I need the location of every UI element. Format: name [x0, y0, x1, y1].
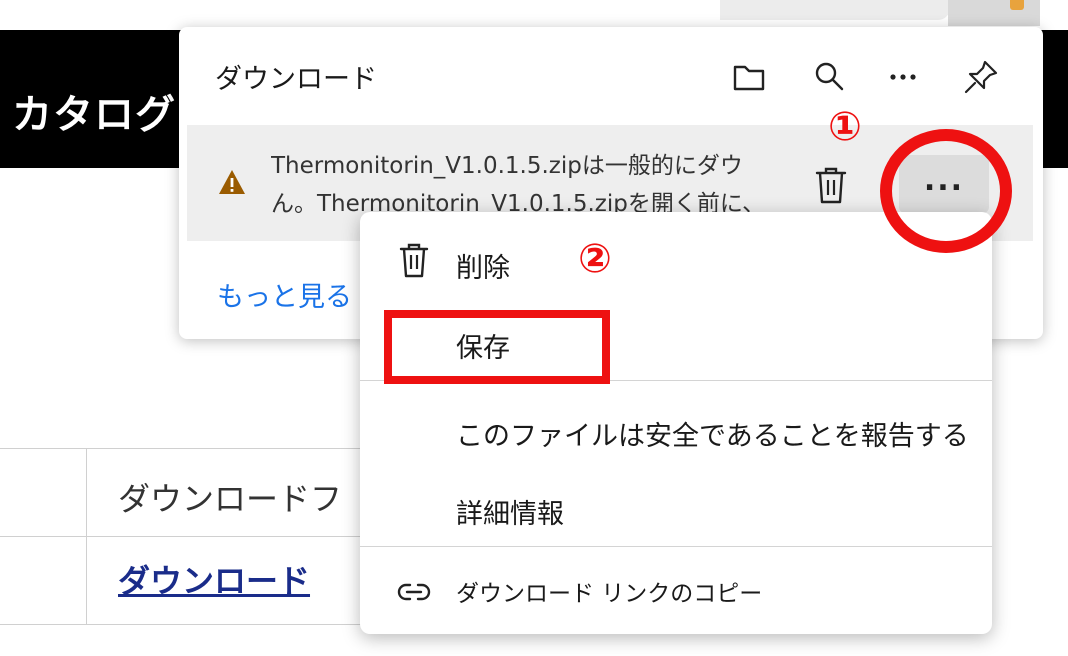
download-indicator-icon	[1010, 0, 1024, 10]
menu-item-label: このファイルは安全であることを報告する	[456, 421, 969, 452]
download-link[interactable]: ダウンロード	[118, 556, 310, 602]
table-divider	[0, 624, 420, 625]
more-options-icon[interactable]	[883, 57, 923, 97]
menu-item-report-safe[interactable]: このファイルは安全であることを報告する	[360, 404, 992, 464]
address-bar-fragment[interactable]	[720, 0, 950, 20]
table-column-divider	[86, 448, 87, 624]
annotation-step-2: ②	[578, 236, 612, 282]
menu-item-delete[interactable]: 削除	[360, 228, 992, 288]
menu-item-label: 削除	[456, 253, 510, 284]
menu-separator	[360, 546, 992, 547]
menu-item-details[interactable]: 詳細情報	[360, 482, 992, 542]
pin-icon[interactable]	[961, 57, 1001, 97]
browser-toolbar-strip	[0, 0, 1068, 28]
download-context-menu: 削除 保存 このファイルは安全であることを報告する 詳細情報 ダウンロード リン…	[360, 212, 992, 634]
search-icon[interactable]	[809, 57, 849, 97]
table-cell-label: ダウンロードフ	[118, 480, 343, 518]
downloads-panel-title: ダウンロード	[215, 64, 377, 95]
annotation-step-1: ①	[828, 104, 862, 150]
download-warning-line: Thermonitorin_V1.0.1.5.zipは一般的にダウ	[271, 153, 743, 179]
menu-item-label: ダウンロード リンクのコピー	[456, 581, 763, 607]
delete-icon[interactable]	[811, 163, 851, 207]
see-more-link[interactable]: もっと見る	[217, 275, 352, 314]
annotation-box-highlight	[384, 310, 610, 384]
folder-icon[interactable]	[729, 57, 769, 97]
site-header-title: カタログ	[12, 92, 176, 138]
link-icon	[396, 572, 432, 612]
table-divider	[0, 448, 420, 449]
download-button-fragment[interactable]	[948, 0, 1040, 26]
table-divider	[0, 536, 420, 537]
menu-item-copy-link[interactable]: ダウンロード リンクのコピー	[360, 564, 992, 620]
delete-icon	[396, 240, 432, 280]
warning-icon	[217, 167, 247, 197]
annotation-circle-highlight	[880, 129, 1012, 253]
menu-item-label: 詳細情報	[456, 499, 564, 530]
